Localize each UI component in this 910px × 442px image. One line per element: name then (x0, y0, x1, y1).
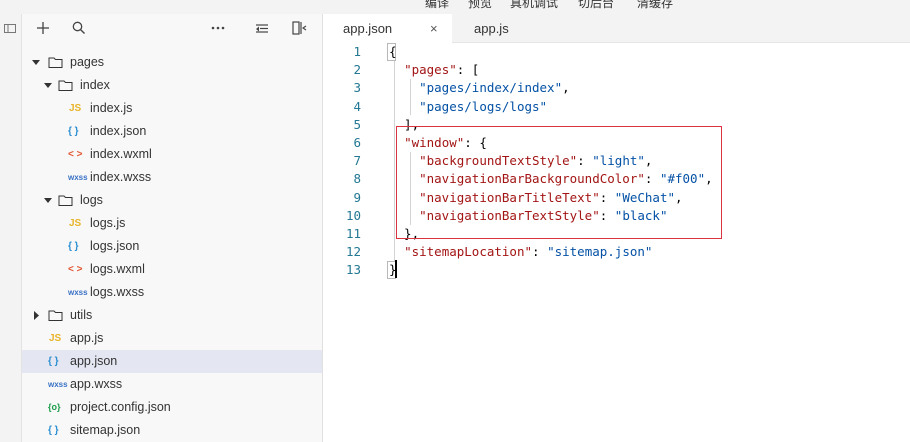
tree-label: utils (70, 308, 93, 322)
config-file-icon: {o} (48, 402, 61, 412)
menu-background[interactable]: 切后台 (578, 0, 614, 11)
tree-label: logs.json (90, 239, 140, 253)
close-icon[interactable]: × (430, 14, 438, 43)
line-number: 5 (353, 116, 361, 132)
code-line: { (389, 44, 397, 59)
tree-label: app.js (70, 331, 104, 345)
file-explorer: pages index JS index.js { } index.json <… (22, 14, 323, 442)
line-number: 9 (353, 189, 361, 205)
menubar: 编译 预览 真机调试 切后台 清缓存 (0, 0, 910, 14)
activity-bar (0, 14, 22, 442)
tree-folder-pages[interactable]: pages (22, 51, 322, 74)
json-file-icon: { } (68, 126, 79, 137)
collapse-icon[interactable] (254, 20, 270, 36)
line-number: 7 (353, 153, 361, 169)
chevron-down-icon (44, 83, 52, 88)
wxml-file-icon: < > (68, 264, 83, 275)
chevron-down-icon (32, 60, 40, 65)
tree-label: project.config.json (70, 400, 171, 414)
window-config-highlight (396, 126, 722, 239)
tree-label: index.js (90, 101, 133, 115)
tree-file-index-js[interactable]: JS index.js (22, 97, 322, 120)
folder-open-icon (48, 57, 63, 68)
wxml-file-icon: < > (68, 149, 83, 160)
code-line: "sitemapLocation": "sitemap.json" (404, 244, 653, 260)
tab-label: app.js (474, 21, 509, 36)
tree-label: logs (80, 193, 103, 207)
tree-label: app.wxss (70, 377, 123, 391)
line-number: 3 (353, 80, 361, 96)
tree-label: logs.wxml (90, 262, 145, 276)
more-icon[interactable] (210, 20, 226, 36)
line-number: 10 (345, 207, 361, 223)
tree-label: app.json (70, 354, 118, 368)
tree-label: index.json (90, 124, 147, 138)
tree-folder-index[interactable]: index (22, 74, 322, 97)
tree-file-app-wxss[interactable]: wxss app.wxss (22, 373, 322, 396)
tree-label: logs.js (90, 216, 126, 230)
menu-compile[interactable]: 编译 (425, 0, 449, 11)
tree-label: pages (70, 55, 105, 69)
tab-app-js[interactable]: app.js (452, 14, 552, 43)
tree-folder-logs[interactable]: logs (22, 189, 322, 212)
menu-preview[interactable]: 预览 (468, 0, 492, 11)
chevron-down-icon (44, 198, 52, 203)
tree-label: logs.wxss (90, 285, 145, 299)
code-line: "pages/logs/logs" (419, 98, 548, 114)
tree-file-logs-json[interactable]: { } logs.json (22, 235, 322, 258)
menu-remote-debug[interactable]: 真机调试 (510, 0, 558, 11)
line-number: 2 (353, 62, 361, 78)
wxss-file-icon: wxss (48, 380, 68, 389)
json-file-icon: { } (68, 241, 79, 252)
line-number: 12 (345, 244, 361, 260)
tree-file-index-wxss[interactable]: wxss index.wxss (22, 166, 322, 189)
chevron-right-icon (34, 311, 39, 320)
wxss-file-icon: wxss (68, 288, 88, 297)
split-icon[interactable] (291, 20, 307, 36)
tree-label: index (80, 78, 110, 92)
tree-file-index-wxml[interactable]: < > index.wxml (22, 143, 322, 166)
add-icon[interactable] (35, 20, 51, 36)
json-file-icon: { } (48, 425, 59, 436)
js-file-icon: JS (69, 218, 82, 229)
wxss-file-icon: wxss (68, 173, 88, 182)
line-number: 13 (345, 262, 361, 278)
folder-closed-icon (48, 310, 63, 321)
code-line: "pages/index/index", (419, 80, 570, 96)
window-icon[interactable] (4, 24, 16, 33)
tree-file-project-config[interactable]: {o} project.config.json (22, 396, 322, 419)
tab-app-json[interactable]: app.json × (323, 14, 452, 43)
line-number: 4 (353, 98, 361, 114)
tree-label: sitemap.json (70, 423, 141, 437)
search-icon[interactable] (71, 20, 87, 36)
tree-file-app-js[interactable]: JS app.js (22, 327, 322, 350)
editor-tabs: app.json × app.js (323, 14, 910, 43)
tree-file-logs-wxss[interactable]: wxss logs.wxss (22, 281, 322, 304)
json-file-icon: { } (48, 356, 59, 367)
tree-file-logs-js[interactable]: JS logs.js (22, 212, 322, 235)
line-number: 1 (353, 44, 361, 59)
line-number: 11 (345, 226, 361, 241)
tree-label: index.wxml (90, 147, 152, 161)
line-number: 6 (353, 135, 361, 150)
tab-label: app.json (343, 21, 393, 36)
js-file-icon: JS (49, 333, 62, 344)
line-number: 8 (353, 171, 361, 187)
folder-open-icon (58, 80, 73, 91)
code-line: "pages": [ (404, 62, 480, 78)
text-cursor (395, 260, 397, 278)
tree-file-sitemap-json[interactable]: { } sitemap.json (22, 419, 322, 442)
explorer-toolbar (22, 14, 322, 42)
code-editor[interactable]: 1 2 3 4 5 6 7 8 9 10 11 12 13 { "pages":… (323, 43, 910, 442)
tree-folder-utils[interactable]: utils (22, 304, 322, 327)
js-file-icon: JS (69, 103, 82, 114)
tree-file-logs-wxml[interactable]: < > logs.wxml (22, 258, 322, 281)
menu-clear-cache[interactable]: 清缓存 (637, 0, 673, 11)
tree-label: index.wxss (90, 170, 152, 184)
tree-file-app-json[interactable]: { } app.json (22, 350, 322, 373)
folder-open-icon (58, 195, 73, 206)
tree-file-index-json[interactable]: { } index.json (22, 120, 322, 143)
